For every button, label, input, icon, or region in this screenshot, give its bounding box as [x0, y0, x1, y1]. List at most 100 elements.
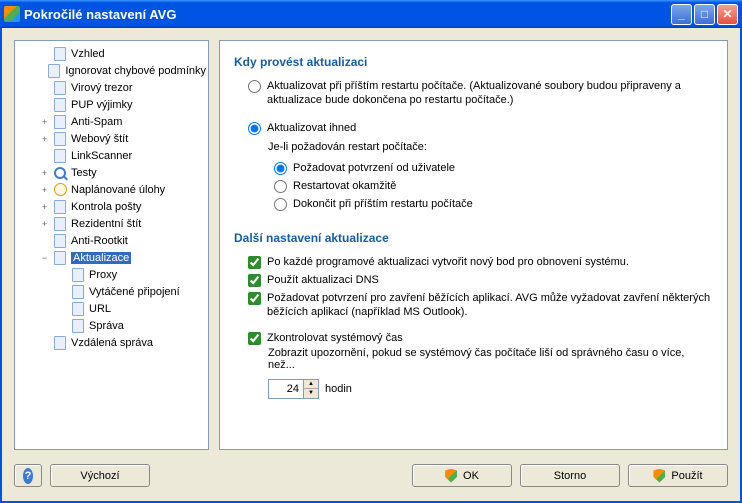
page-icon — [52, 335, 68, 351]
tree-item-label: Ignorovat chybové podmínky — [65, 65, 206, 77]
tree-item-label: Proxy — [89, 269, 117, 281]
minimize-button[interactable]: _ — [671, 4, 692, 25]
hours-spinner[interactable]: ▲ ▼ — [268, 379, 319, 399]
page-icon — [52, 114, 68, 130]
hours-unit: hodin — [325, 383, 352, 395]
check-close-confirm-input[interactable] — [248, 292, 261, 305]
tree-item[interactable]: Vzdálená správa — [17, 334, 206, 351]
content-pane: Kdy provést aktualizaci Aktualizovat při… — [219, 40, 728, 450]
radio-update-on-restart-label: Aktualizovat při příštím restartu počíta… — [267, 79, 713, 107]
check-restore-point[interactable]: Po každé programové aktualizaci vytvořit… — [234, 253, 713, 271]
expand-icon[interactable]: + — [39, 185, 50, 195]
check-dns-label: Použít aktualizaci DNS — [267, 273, 713, 287]
tree-item-label: Anti-Spam — [71, 116, 122, 128]
expand-icon[interactable]: + — [39, 168, 50, 178]
page-icon — [52, 216, 68, 232]
tree-item[interactable]: +Kontrola pošty — [17, 198, 206, 215]
page-icon — [52, 131, 68, 147]
tree-item[interactable]: PUP výjimky — [17, 96, 206, 113]
tree-item[interactable]: + Anti-Spam — [17, 113, 206, 130]
tree-item-label: Naplánované úlohy — [71, 184, 165, 196]
tree-item[interactable]: LinkScanner — [17, 147, 206, 164]
check-systime-label: Zkontrolovat systémový čas — [267, 331, 713, 345]
tree-item-label: Aktualizace — [71, 252, 131, 264]
tree-item[interactable]: Proxy — [17, 266, 206, 283]
tree-item[interactable]: Ignorovat chybové podmínky — [17, 62, 206, 79]
window-body: Vzhled Ignorovat chybové podmínky Virový t… — [0, 28, 742, 503]
tree-item-label: Vytáčené připojení — [89, 286, 180, 298]
expand-icon[interactable]: + — [39, 117, 50, 127]
radio-update-on-restart-input[interactable] — [248, 80, 261, 93]
page-icon — [52, 250, 68, 266]
radio-sub-immediate[interactable]: Restartovat okamžitě — [234, 177, 713, 195]
tree-item[interactable]: URL — [17, 300, 206, 317]
expand-icon[interactable]: + — [39, 202, 50, 212]
tree-item[interactable]: + Testy — [17, 164, 206, 181]
help-button[interactable]: ? — [14, 464, 42, 487]
check-systime-input[interactable] — [248, 332, 261, 345]
shield-icon — [445, 469, 457, 483]
radio-sub-next-restart-input[interactable] — [274, 198, 287, 211]
tree-item-label: URL — [89, 303, 111, 315]
check-dns-input[interactable] — [248, 274, 261, 287]
tree-item[interactable]: Vzhled — [17, 45, 206, 62]
restart-subdesc: Je-li požadován restart počítače: — [234, 141, 713, 153]
shield-icon — [653, 469, 665, 483]
hours-input[interactable] — [269, 380, 303, 398]
radio-sub-confirm-label: Požadovat potvrzení od uživatele — [293, 161, 455, 175]
radio-update-on-restart[interactable]: Aktualizovat při příštím restartu počíta… — [234, 77, 713, 109]
tree-item[interactable]: − Aktualizace — [17, 249, 206, 266]
close-button[interactable]: ✕ — [717, 4, 738, 25]
tree-item-label: Anti-Rootkit — [71, 235, 128, 247]
section2-title: Další nastavení aktualizace — [234, 231, 713, 245]
page-icon — [46, 63, 62, 79]
systime-desc: Zobrazit upozornění, pokud se systémový … — [234, 347, 713, 371]
page-icon — [70, 267, 86, 283]
maximize-button[interactable]: □ — [694, 4, 715, 25]
check-restore-point-input[interactable] — [248, 256, 261, 269]
spinner-up[interactable]: ▲ — [304, 380, 318, 389]
tree-item-label: Testy — [71, 167, 97, 179]
check-systime[interactable]: Zkontrolovat systémový čas — [234, 329, 713, 347]
spinner-down[interactable]: ▼ — [304, 389, 318, 398]
tree-item[interactable]: +Rezidentní štít — [17, 215, 206, 232]
tree-item[interactable]: + Webový štít — [17, 130, 206, 147]
default-button[interactable]: Výchozí — [50, 464, 150, 487]
expand-icon[interactable]: + — [39, 134, 50, 144]
tree-item[interactable]: + Naplánované úlohy — [17, 181, 206, 198]
expand-icon[interactable]: − — [39, 253, 50, 263]
check-close-confirm[interactable]: Požadovat potvrzení pro zavření běžících… — [234, 289, 713, 321]
radio-update-now-input[interactable] — [248, 122, 261, 135]
tree-item-label: Vzdálená správa — [71, 337, 153, 349]
tree-item[interactable]: Anti-Rootkit — [17, 232, 206, 249]
cancel-button[interactable]: Storno — [520, 464, 620, 487]
tree-item[interactable]: Správa — [17, 317, 206, 334]
page-icon — [52, 199, 68, 215]
radio-sub-confirm[interactable]: Požadovat potvrzení od uživatele — [234, 159, 713, 177]
radio-update-now[interactable]: Aktualizovat ihned — [234, 119, 713, 137]
radio-sub-immediate-input[interactable] — [274, 180, 287, 193]
check-dns[interactable]: Použít aktualizaci DNS — [234, 271, 713, 289]
page-icon — [52, 148, 68, 164]
app-icon — [4, 6, 20, 22]
tree-item-label: Virový trezor — [71, 82, 133, 94]
tree-item-label: LinkScanner — [71, 150, 132, 162]
check-restore-point-label: Po každé programové aktualizaci vytvořit… — [267, 255, 713, 269]
page-icon — [52, 46, 68, 62]
window-title: Pokročilé nastavení AVG — [24, 7, 669, 22]
settings-tree: Vzhled Ignorovat chybové podmínky Virový t… — [17, 45, 206, 351]
expand-icon[interactable]: + — [39, 219, 50, 229]
radio-sub-immediate-label: Restartovat okamžitě — [293, 179, 396, 193]
tree-item[interactable]: Vytáčené připojení — [17, 283, 206, 300]
tree-item-label: Webový štít — [71, 133, 128, 145]
tree-item[interactable]: Virový trezor — [17, 79, 206, 96]
page-icon — [52, 233, 68, 249]
apply-button[interactable]: Použít — [628, 464, 728, 487]
help-icon: ? — [23, 468, 33, 484]
ok-button[interactable]: OK — [412, 464, 512, 487]
tree-pane: Vzhled Ignorovat chybové podmínky Virový t… — [14, 40, 209, 450]
radio-sub-next-restart[interactable]: Dokončit při příštím restartu počítače — [234, 195, 713, 213]
radio-sub-next-restart-label: Dokončit při příštím restartu počítače — [293, 197, 473, 211]
section1-title: Kdy provést aktualizaci — [234, 55, 713, 69]
radio-sub-confirm-input[interactable] — [274, 162, 287, 175]
